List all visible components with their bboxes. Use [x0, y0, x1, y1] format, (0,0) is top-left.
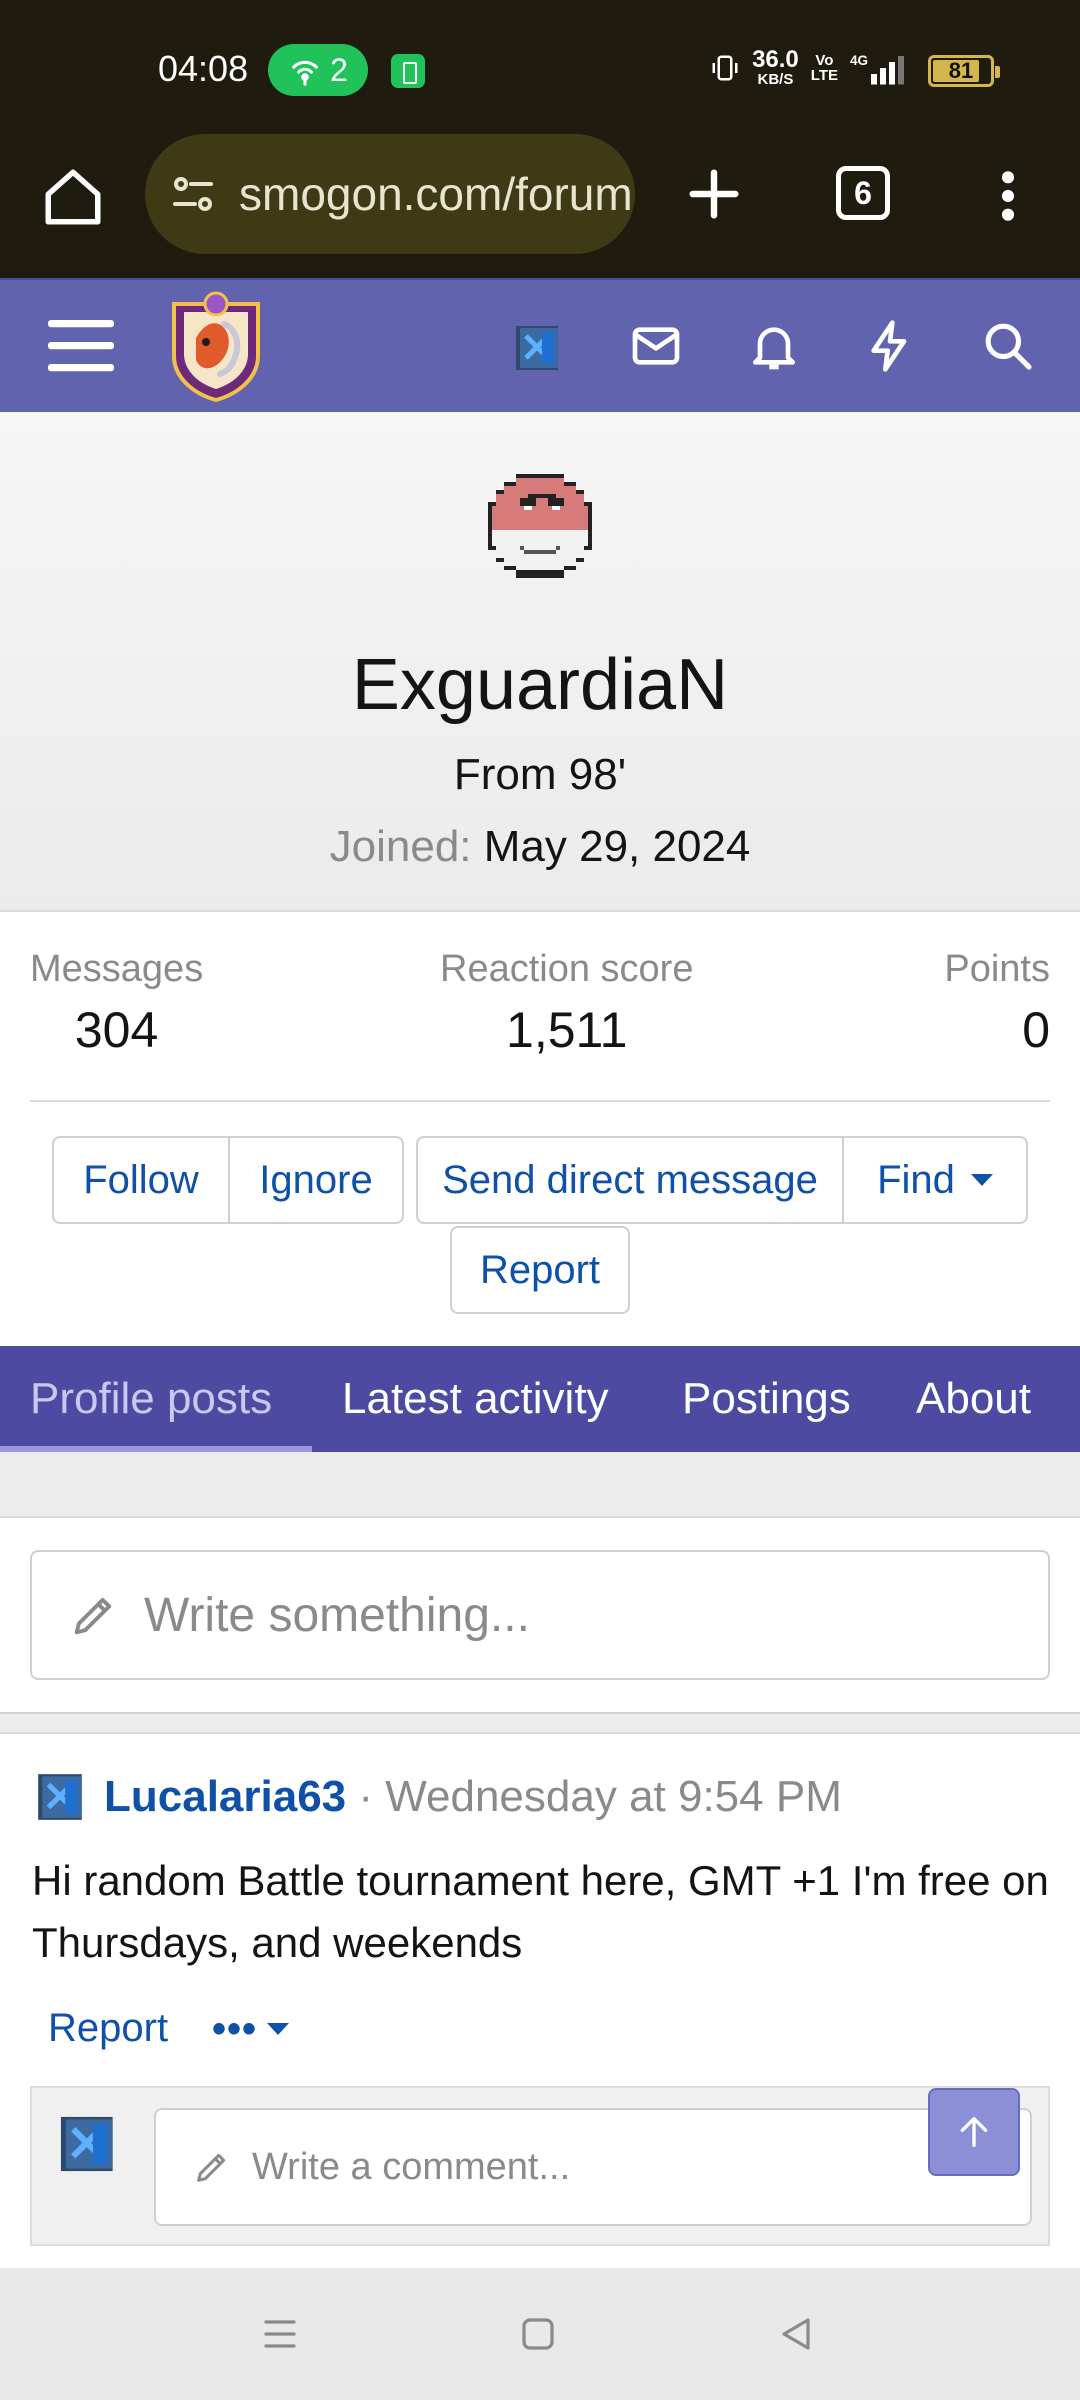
site-header: [0, 278, 1080, 412]
send-direct-message-button[interactable]: Send direct message: [416, 1136, 844, 1224]
follow-button[interactable]: Follow: [52, 1136, 230, 1224]
browser-toolbar: smogon.com/forums/members/exguardian 6: [0, 134, 1080, 278]
more-options-icon: •••: [212, 2006, 258, 2051]
report-profile-button[interactable]: Report: [450, 1226, 630, 1314]
write-something-placeholder: Write something...: [144, 1588, 530, 1642]
stat-reaction-label: Reaction score: [440, 948, 694, 990]
post-author-link[interactable]: Lucalaria63: [104, 1772, 346, 1821]
stat-points-value: 0: [1022, 1002, 1050, 1058]
site-settings-icon[interactable]: [169, 170, 217, 218]
net-speed: 36.0 KB/S: [752, 46, 799, 88]
stat-messages-label: Messages: [30, 948, 204, 990]
bolt-icon[interactable]: [862, 318, 918, 374]
status-right-group: 36.0 KB/S Vo LTE 4G: [710, 48, 910, 87]
scroll-to-top-button[interactable]: [928, 2088, 1020, 2176]
profile-stats: Messages 304 Reaction score 1,511 Points…: [30, 912, 1050, 1102]
hotspot-count: 2: [330, 51, 348, 88]
battery-saver-icon: [391, 54, 425, 88]
volte-indicator: Vo LTE: [811, 53, 838, 83]
home-icon[interactable]: [40, 164, 106, 230]
signal-icon: 4G: [850, 53, 904, 84]
net-speed-value: 36.0: [752, 46, 799, 73]
post-separator: ·: [358, 1772, 374, 1821]
battery-indicator: 81: [928, 55, 1000, 87]
hotspot-indicator: 2: [268, 44, 368, 96]
write-something-input[interactable]: Write something...: [30, 1550, 1050, 1680]
address-bar[interactable]: smogon.com/forums/members/exguardian: [145, 134, 635, 254]
tab-switcher-button[interactable]: 6: [836, 166, 890, 220]
tab-postings[interactable]: Postings: [682, 1346, 851, 1452]
profile-joined: Joined: May 29, 2024: [0, 822, 1080, 872]
post-timestamp[interactable]: Wednesday at 9:54 PM: [385, 1772, 842, 1821]
post-header: Lucalaria63 · Wednesday at 9:54 PM: [104, 1772, 842, 1822]
joined-label: Joined:: [329, 822, 472, 871]
status-bar: 04:08 2 36.0 KB/S Vo LTE 4G 81: [0, 0, 1080, 134]
stat-points-label: Points: [944, 948, 1050, 990]
find-dropdown-button[interactable]: Find: [842, 1136, 1028, 1224]
tab-separator: [0, 1452, 1080, 1518]
section-divider: [0, 1712, 1080, 1734]
write-comment-input[interactable]: Write a comment...: [154, 2108, 1032, 2226]
arrow-up-icon: [960, 2117, 988, 2147]
battery-level: 81: [948, 58, 974, 83]
pencil-icon: [74, 1597, 112, 1635]
back-icon[interactable]: [772, 2310, 820, 2358]
site-logo[interactable]: [166, 290, 266, 402]
stat-messages-value: 304: [74, 1002, 159, 1058]
profile-location: From 98': [453, 750, 627, 799]
joined-date: May 29, 2024: [483, 822, 751, 871]
status-time: 04:08: [158, 48, 249, 89]
vibrate-icon: [712, 55, 738, 80]
stat-points: Points 0: [944, 948, 1050, 1059]
system-nav-bar: [0, 2268, 1080, 2400]
write-comment-placeholder: Write a comment...: [252, 2145, 571, 2188]
svg-text:4G: 4G: [850, 53, 868, 68]
profile-avatar: [488, 474, 592, 578]
new-tab-icon[interactable]: [682, 162, 746, 226]
commenter-avatar: [60, 2116, 113, 2172]
search-icon[interactable]: [980, 318, 1036, 374]
volte-bottom: LTE: [810, 66, 838, 84]
profile-tabs: Profile posts Latest activity Postings A…: [0, 1346, 1080, 1452]
url-text[interactable]: smogon.com/forums/members/exguardian: [239, 167, 635, 221]
post-body: Hi random Battle tournament here, GMT +1…: [32, 1857, 1049, 1966]
browser-menu-icon[interactable]: [990, 168, 1026, 224]
post-report-link[interactable]: Report: [48, 2006, 168, 2051]
hamburger-menu-icon[interactable]: [48, 318, 114, 374]
stat-reaction-value: 1,511: [506, 1002, 628, 1058]
find-label: Find: [877, 1157, 955, 1202]
profile-username: ExguardiaN: [351, 645, 729, 725]
net-speed-unit: KB/S: [757, 71, 794, 88]
bell-icon[interactable]: [746, 318, 802, 374]
hotspot-icon: [292, 60, 318, 86]
volte-top: Vo: [815, 51, 834, 69]
stat-messages: Messages 304: [30, 948, 203, 1059]
mail-icon[interactable]: [628, 318, 684, 374]
tab-latest-activity[interactable]: Latest activity: [342, 1346, 609, 1452]
comment-area: Write a comment...: [30, 2086, 1050, 2246]
pencil-icon: [197, 2153, 226, 2182]
caret-down-icon: [970, 1174, 993, 1186]
ignore-button[interactable]: Ignore: [228, 1136, 404, 1224]
stat-reaction-score: Reaction score 1,511: [440, 948, 693, 1059]
post-more-menu[interactable]: •••: [212, 2006, 290, 2052]
tab-about[interactable]: About: [916, 1346, 1031, 1452]
tab-profile-posts[interactable]: Profile posts: [30, 1346, 272, 1452]
user-avatar[interactable]: [512, 322, 564, 374]
recents-icon[interactable]: [256, 2310, 304, 2358]
post-author-avatar[interactable]: [34, 1770, 88, 1824]
profile-header: ExguardiaN From 98' Joined: May 29, 2024: [0, 412, 1080, 912]
caret-down-icon: [267, 2023, 290, 2035]
home-nav-icon[interactable]: [514, 2310, 562, 2358]
